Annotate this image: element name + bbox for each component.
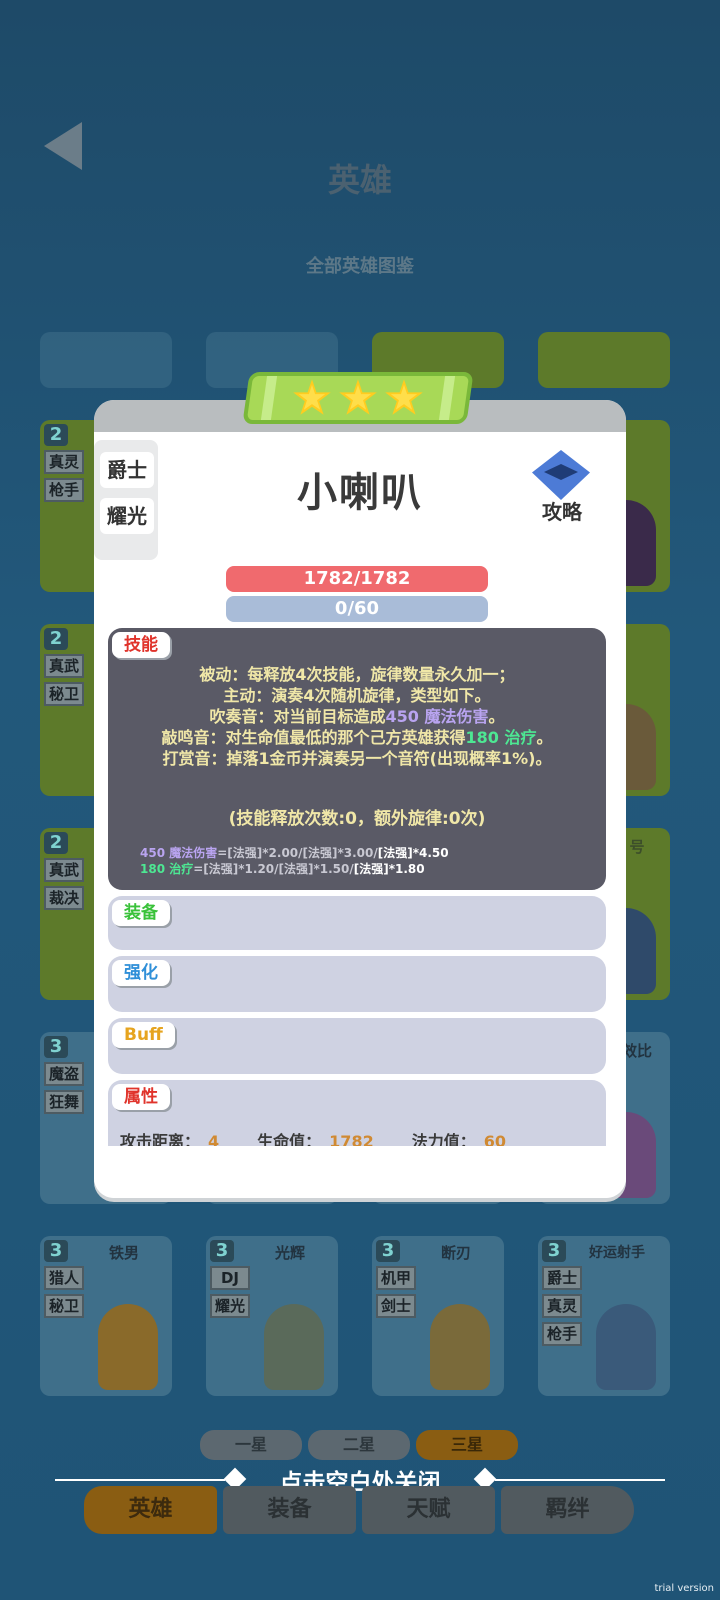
star-icon [338,378,378,418]
guide-button[interactable]: 攻略 [526,450,598,530]
formula-text: =[法强]*1.20/[法强]*1.50/ [193,862,354,876]
buff-tag: Buff [112,1022,175,1048]
attributes-section: 属性 攻击距离： 4 生命值： 1782 法力值： 60 [108,1080,606,1151]
tab-talents[interactable]: 天赋 [362,1486,495,1534]
hero-figure [264,1304,324,1390]
page-title: 英雄 [327,161,392,199]
star-level: 3 [542,1240,566,1262]
hero-figure [98,1304,158,1390]
hero-card[interactable]: 3 铁男 猎人 秘卫 [40,1236,172,1396]
formula-label: 180 治疗 [140,862,194,876]
hero-card[interactable]: 3 光辉 DJ 耀光 [206,1236,338,1396]
skill-tag: 技能 [112,632,170,658]
skill-line: 打赏音：掉落1金币并演奏另一个音符(出现概率1%)。 [162,749,552,768]
hero-card-name: 断刃 [440,1244,471,1262]
trait-tag: 秘卫 [44,1294,84,1318]
formula-label: 450 魔法伤害 [140,846,218,860]
page-subtitle: 全部英雄图鉴 [306,256,414,277]
skill-line-text: 。 [488,707,505,726]
magic-damage-value: 450 魔法伤害 [385,707,489,726]
star-rating [289,378,427,418]
star-level: 3 [210,1240,234,1262]
mana-bar: 0/60 [226,596,488,622]
hero-detail-modal: 爵士 耀光 小喇叭 攻略 1782/1782 0/60 技能 被动：每释放4次技… [94,400,626,1198]
trait-tag: 真灵 [44,450,84,474]
trait-tag: 真灵 [542,1294,582,1318]
damage-formula: 450 魔法伤害=[法强]*2.00/[法强]*3.00/[法强]*4.50 [140,844,449,861]
skill-cast-count: (技能释放次数:0，额外旋律:0次) [228,809,486,829]
trait-tag: 狂舞 [44,1090,84,1114]
banner-stripe [260,376,278,420]
star-level: 3 [44,1240,68,1262]
trait-tag: 剑士 [376,1294,416,1318]
skill-section: 技能 被动：每释放4次技能，旋律数量永久加一； 主动：演奏4次随机旋律，类型如下… [108,628,606,890]
star-level: 2 [44,832,68,854]
hero-figure [430,1304,490,1390]
heal-formula: 180 治疗=[法强]*1.20/[法强]*1.50/[法强]*1.80 [140,860,425,877]
hero-card-name: 好运射手 [589,1245,645,1261]
trait-tag: 真武 [44,654,84,678]
star-level: 3 [44,1036,68,1058]
skill-line-text: 吹奏音：对当前目标造成 [209,707,386,726]
tab-bonds[interactable]: 羁绊 [501,1486,634,1534]
trait-tag: 爵士 [542,1266,582,1290]
skill-description: 被动：每释放4次技能，旋律数量永久加一； 主动：演奏4次随机旋律，类型如下。 吹… [108,664,606,769]
hero-card[interactable] [40,332,172,388]
hp-bar: 1782/1782 [226,566,488,592]
equipment-section: 装备 [108,896,606,950]
skill-line: 被动：每释放4次技能，旋律数量永久加一； [199,665,515,684]
trait-tag: 枪手 [542,1322,582,1346]
trait-tag: 裁决 [44,886,84,910]
hero-figure [596,1304,656,1390]
attributes-tag: 属性 [112,1084,170,1110]
hero-card[interactable]: 3 好运射手 爵士 真灵 枪手 [538,1236,670,1396]
star-level: 2 [44,424,68,446]
banner-stripe [438,376,456,420]
tab-heroes[interactable]: 英雄 [84,1486,217,1534]
hero-card-name: 铁男 [108,1244,139,1262]
filter-three-star[interactable]: 三星 [416,1430,518,1460]
divider [495,1479,665,1481]
buff-section: Buff [108,1018,606,1074]
filter-two-star[interactable]: 二星 [308,1430,410,1460]
hero-card[interactable] [538,332,670,388]
skill-line: 敲鸣音：对生命值最低的那个己方英雄获得180 治疗。 [108,727,606,748]
trait-tag: 枪手 [44,478,84,502]
formula-text: =[法强]*2.00/[法强]*3.00/ [217,846,378,860]
trait-tag: 猎人 [44,1266,84,1290]
enhance-tag: 强化 [112,960,170,986]
modal-footer [94,1146,626,1198]
filter-one-star[interactable]: 一星 [200,1430,302,1460]
hero-card-name: 光辉 [274,1244,305,1262]
enhance-section: 强化 [108,956,606,1012]
star-icon [384,378,424,418]
trait-tag: DJ [210,1266,250,1290]
trait-tag: 耀光 [210,1294,250,1318]
star-level: 3 [376,1240,400,1262]
skill-line: 吹奏音：对当前目标造成450 魔法伤害。 [108,706,606,727]
formula-text: [法强]*4.50 [377,846,449,860]
hero-card[interactable]: 3 断刃 机甲 剑士 [372,1236,504,1396]
formula-text: [法强]*1.80 [353,862,425,876]
trait-tag: 真武 [44,858,84,882]
star-level: 2 [44,628,68,650]
heal-value: 180 治疗 [465,728,537,747]
equipment-tag: 装备 [112,900,170,926]
skill-line-text: 。 [536,728,553,747]
star-icon [292,378,332,418]
trait-tag: 秘卫 [44,682,84,706]
watermark: trial version [654,1583,714,1594]
tab-equipment[interactable]: 装备 [223,1486,356,1534]
skill-line-text: 敲鸣音：对生命值最低的那个己方英雄获得 [161,728,466,747]
trait-tag: 魔盗 [44,1062,84,1086]
star-rating-banner [242,372,474,424]
trait-tag: 机甲 [376,1266,416,1290]
skill-line: 主动：演奏4次随机旋律，类型如下。 [223,686,491,705]
guide-label: 攻略 [542,500,582,524]
